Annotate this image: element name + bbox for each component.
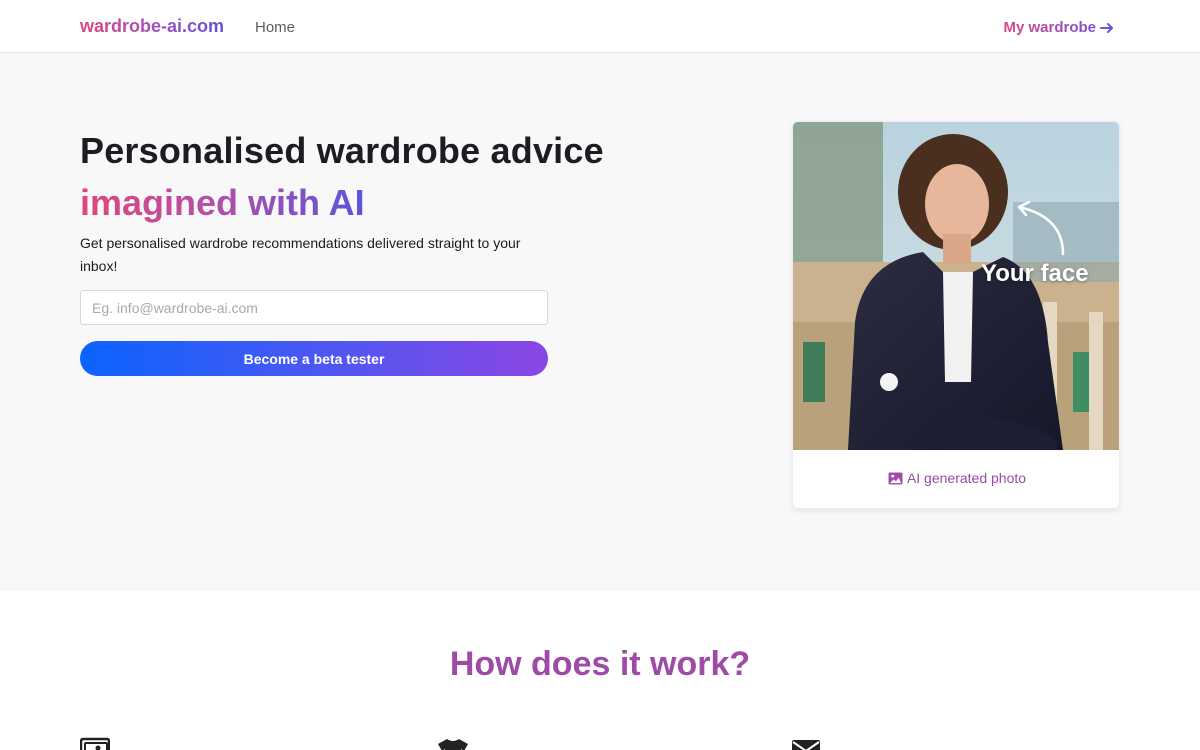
gallery-icon — [80, 737, 110, 750]
shirt-icon — [437, 737, 469, 750]
my-wardrobe-link[interactable]: My wardrobe — [1003, 19, 1114, 36]
email-input[interactable] — [80, 290, 548, 325]
brand-logo-link[interactable]: wardrobe-ai.com — [80, 16, 224, 37]
photo-caption: AI generated photo — [793, 470, 1119, 486]
ai-generated-photo: Your face — [793, 122, 1119, 450]
hero-headline: Personalised wardrobe advice — [80, 130, 604, 171]
hero-subtext: Get personalised wardrobe recommendation… — [80, 235, 521, 274]
arrow-right-icon — [1100, 22, 1113, 33]
my-wardrobe-label: My wardrobe — [1003, 19, 1096, 36]
image-icon — [888, 471, 903, 485]
top-navbar: wardrobe-ai.com Home My wardrobe — [0, 0, 1200, 53]
hero-section: Personalised wardrobe advice imagined wi… — [0, 54, 1200, 591]
hero-headline-accent: imagined with AI — [80, 182, 365, 223]
become-beta-tester-button[interactable]: Become a beta tester — [80, 341, 548, 376]
your-face-overlay-text: Your face — [981, 260, 1089, 287]
nav-home-link[interactable]: Home — [255, 19, 295, 36]
photo-card: Your face AI generated photo — [792, 121, 1120, 509]
photo-caption-text: AI generated photo — [906, 470, 1027, 486]
envelope-icon — [792, 737, 820, 750]
how-it-works-title: How does it work? — [449, 645, 751, 683]
